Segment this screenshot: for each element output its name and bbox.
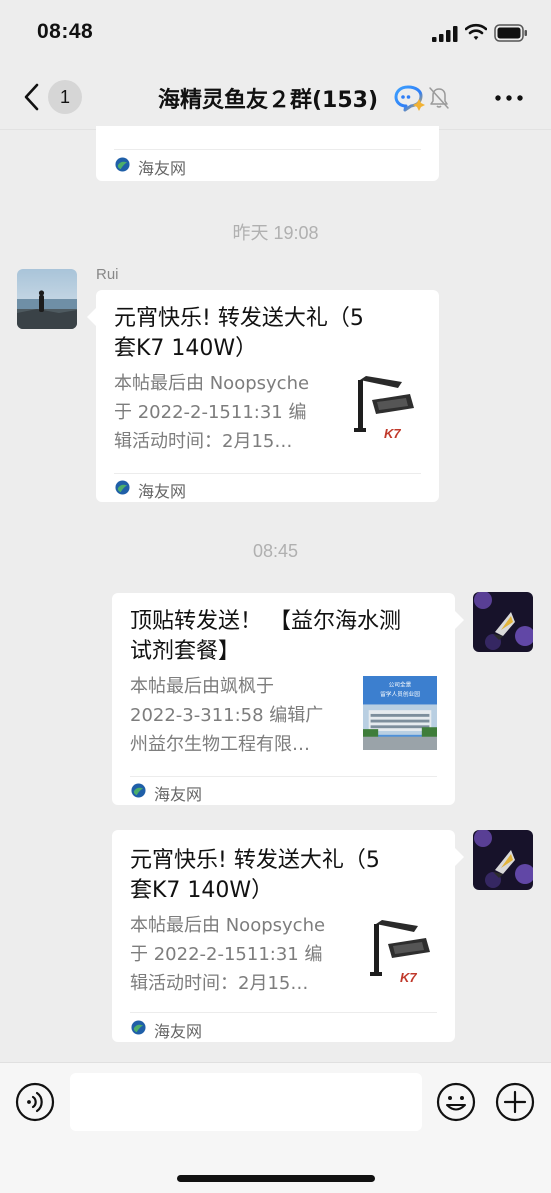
bubble-pointer [455, 848, 464, 866]
thumbnail-caption: 公司全景 [389, 680, 412, 688]
signal-icon [432, 26, 458, 42]
office-building-thumbnail: 公司全景 留学人员创业园 [363, 676, 437, 750]
aquarium-lamp-thumbnail: K7 [366, 916, 444, 994]
avatar-photo [473, 592, 533, 652]
card-title-line: 试剂套餐】 [130, 639, 241, 664]
plus-icon[interactable] [495, 1082, 535, 1122]
link-card[interactable]: 顶贴转发送！ 【益尔海水测 试剂套餐】 本帖最后由飒枫于 2022-3-311:… [112, 593, 464, 805]
card-desc-line: 本帖最后由飒枫于 [130, 676, 274, 697]
aquarium-lamp-thumbnail: K7 [350, 372, 428, 450]
more-icon[interactable] [494, 94, 524, 102]
card-desc-line: 于 2022-2-1511:31 编 [114, 402, 307, 423]
home-indicator[interactable] [177, 1175, 375, 1182]
thumbnail-caption: 留学人员创业园 [380, 690, 420, 698]
thumbnail-brand: K7 [384, 426, 401, 441]
card-title-line: 元宵快乐! 转发送大礼（5 [130, 848, 380, 873]
card-title: 元宵快乐! 转发送大礼（5 套K7 140W） [114, 304, 414, 364]
unread-count-badge[interactable]: 1 [48, 80, 82, 114]
avatar-rui[interactable] [17, 269, 77, 329]
source-name: 海友网 [138, 159, 187, 178]
source-name: 海友网 [138, 482, 187, 501]
link-card[interactable]: 元宵快乐! 转发送大礼（5 套K7 140W） 本帖最后由 Noopsyche … [87, 290, 439, 502]
card-desc-line: 辑活动时间：2月15… [114, 431, 293, 452]
timestamp: 昨天 19:08 [232, 223, 319, 243]
card-desc-line: 州益尔生物工程有限… [130, 734, 310, 755]
battery-icon [494, 24, 527, 42]
card-desc-line: 2022-3-311:58 编辑广 [130, 705, 324, 726]
card-desc-line: 本帖最后由 Noopsyche [130, 915, 326, 936]
input-bar [0, 1062, 551, 1193]
source-logo-icon [131, 783, 146, 798]
card-title: 顶贴转发送！ 【益尔海水测 试剂套餐】 [130, 607, 440, 667]
source-logo-icon [115, 157, 130, 172]
card-desc-line: 于 2022-2-1511:31 编 [130, 944, 323, 965]
card-desc-line: 辑活动时间：2月15… [130, 973, 309, 994]
chevron-left-icon[interactable] [22, 82, 42, 112]
avatar-self[interactable] [473, 830, 533, 890]
card-divider [114, 149, 421, 150]
avatar-photo [17, 269, 77, 329]
source-name: 海友网 [154, 1022, 203, 1041]
card-title-line: 元宵快乐! 转发送大礼（5 [114, 306, 364, 331]
card-divider [130, 1012, 437, 1013]
chat-title: 海精灵鱼友２群(153) [158, 88, 379, 113]
link-card[interactable]: 元宵快乐! 转发送大礼（5 套K7 140W） 本帖最后由 Noopsyche … [112, 830, 464, 1042]
avatar-self[interactable] [473, 592, 533, 652]
card-description: 本帖最后由 Noopsyche 于 2022-2-1511:31 编 辑活动时间… [114, 369, 344, 456]
bell-mute-icon [429, 87, 449, 109]
status-bar: 08:48 [0, 0, 551, 64]
bubble-pointer [455, 611, 464, 629]
card-description: 本帖最后由飒枫于 2022-3-311:58 编辑广 州益尔生物工程有限… [130, 672, 366, 759]
card-divider [130, 776, 437, 777]
sender-name: Rui [96, 266, 119, 283]
source-logo-icon [131, 1020, 146, 1035]
card-title-line: 套K7 140W） [130, 878, 274, 903]
card-title-line: 套K7 140W） [114, 336, 258, 361]
voice-icon[interactable] [15, 1082, 55, 1122]
wifi-icon [465, 23, 487, 40]
message-input[interactable] [70, 1073, 422, 1131]
card-desc-line: 本帖最后由 Noopsyche [114, 373, 310, 394]
source-name: 海友网 [154, 785, 203, 804]
thumbnail-brand: K7 [400, 970, 417, 985]
chat-header: 1 海精灵鱼友２群(153) [0, 64, 551, 130]
bubble-pointer [87, 308, 96, 326]
card-title-line: 顶贴转发送！ 【益尔海水测 [130, 609, 401, 634]
card-title: 元宵快乐! 转发送大礼（5 套K7 140W） [130, 846, 430, 906]
card-divider [114, 473, 421, 474]
emoji-icon[interactable] [436, 1082, 476, 1122]
status-time: 08:48 [37, 20, 94, 43]
source-logo-icon [115, 480, 130, 495]
timestamp: 08:45 [252, 541, 299, 561]
ai-assistant-icon[interactable] [394, 84, 426, 112]
avatar-photo [473, 830, 533, 890]
card-description: 本帖最后由 Noopsyche 于 2022-2-1511:31 编 辑活动时间… [130, 911, 366, 998]
link-card-partial[interactable]: 海友网 [96, 126, 439, 181]
